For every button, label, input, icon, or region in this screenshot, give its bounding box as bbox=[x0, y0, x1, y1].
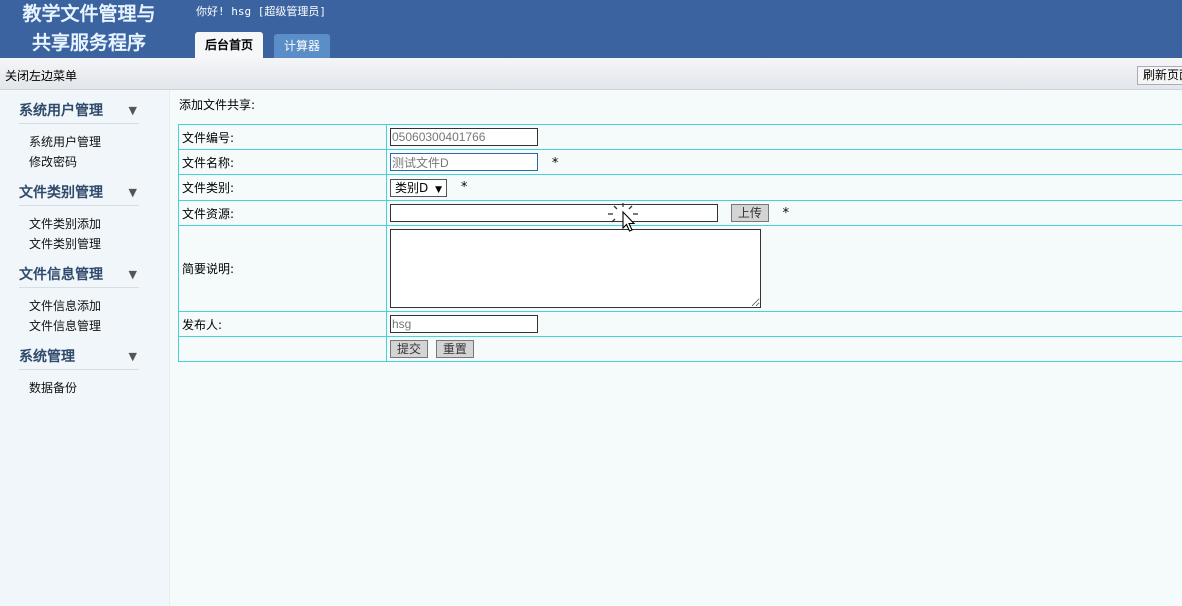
file-no-input[interactable] bbox=[390, 128, 538, 146]
required-mark: * bbox=[460, 180, 468, 195]
summary-textarea[interactable] bbox=[390, 229, 761, 308]
reset-button[interactable]: 重置 bbox=[435, 340, 474, 358]
menu-group-system-users[interactable]: 系统用户管理 ▼ bbox=[19, 100, 139, 124]
refresh-page-button[interactable]: 刷新页面 bbox=[1137, 66, 1182, 85]
menu-group-title: 文件信息管理 bbox=[19, 267, 103, 283]
main-content: 添加文件共享: 文件编号: 文件名称: * 文件类别: 类别D ▼ * bbox=[170, 90, 1182, 606]
mouse-pointer-icon bbox=[608, 203, 638, 232]
menu-item-change-password[interactable]: 修改密码 bbox=[29, 153, 77, 170]
tab-calculator[interactable]: 计算器 bbox=[274, 34, 331, 58]
tab-home[interactable]: 后台首页 bbox=[195, 32, 264, 58]
collapse-arrow-icon: ▼ bbox=[128, 104, 137, 117]
menu-item-manage-categories[interactable]: 文件类别管理 bbox=[29, 235, 101, 252]
menu-item-system-users[interactable]: 系统用户管理 bbox=[29, 133, 101, 150]
menu-item-manage-file-info[interactable]: 文件信息管理 bbox=[29, 317, 101, 334]
upload-button[interactable]: 上传 bbox=[730, 204, 769, 223]
menu-group-title: 文件类别管理 bbox=[19, 185, 103, 201]
publisher-label: 发布人: bbox=[178, 311, 387, 337]
collapse-arrow-icon: ▼ bbox=[128, 186, 137, 199]
menu-item-data-backup[interactable]: 数据备份 bbox=[29, 379, 77, 396]
sidebar: 系统用户管理 ▼ 系统用户管理 修改密码 文件类别管理 ▼ 文件类别添加 文件类… bbox=[0, 90, 170, 606]
collapse-arrow-icon: ▼ bbox=[128, 268, 137, 281]
menu-group-system-admin[interactable]: 系统管理 ▼ bbox=[19, 346, 139, 370]
file-type-label: 文件类别: bbox=[178, 174, 387, 201]
selected-option: 类别D bbox=[395, 180, 429, 195]
app-title-line1: 教学文件管理与 bbox=[22, 3, 156, 25]
submit-button[interactable]: 提交 bbox=[390, 340, 429, 358]
required-mark: * bbox=[782, 205, 790, 221]
top-header: 教学文件管理与 共享服务程序 你好! hsg [超级管理员] 后台首页 计算器 bbox=[0, 0, 1182, 58]
menu-item-add-category[interactable]: 文件类别添加 bbox=[29, 215, 101, 232]
app-title-line2: 共享服务程序 bbox=[31, 32, 146, 54]
file-resource-input[interactable] bbox=[390, 203, 718, 222]
actions-label-cell bbox=[178, 336, 387, 362]
page-title: 添加文件共享: bbox=[179, 98, 256, 112]
file-resource-label: 文件资源: bbox=[178, 200, 387, 226]
menu-group-file-categories[interactable]: 文件类别管理 ▼ bbox=[19, 182, 139, 206]
file-name-input[interactable] bbox=[390, 153, 538, 171]
close-left-menu-link[interactable]: 关闭左边菜单 bbox=[5, 67, 77, 84]
file-type-select[interactable]: 类别D ▼ bbox=[390, 178, 447, 197]
menu-item-add-file-info[interactable]: 文件信息添加 bbox=[29, 297, 101, 314]
menu-group-title: 系统管理 bbox=[19, 349, 75, 365]
file-no-label: 文件编号: bbox=[178, 124, 387, 150]
publisher-input[interactable] bbox=[390, 315, 538, 333]
add-file-form: 文件编号: 文件名称: * 文件类别: 类别D ▼ * 文件资源: bbox=[178, 124, 1182, 362]
required-mark: * bbox=[551, 155, 559, 171]
toolbar: 关闭左边菜单 刷新页面 bbox=[0, 58, 1182, 90]
menu-group-title: 系统用户管理 bbox=[19, 103, 103, 119]
user-greeting: 你好! hsg [超级管理员] bbox=[196, 5, 326, 18]
menu-group-file-info[interactable]: 文件信息管理 ▼ bbox=[19, 264, 139, 288]
summary-label: 简要说明: bbox=[178, 225, 387, 312]
dropdown-arrow-icon: ▼ bbox=[435, 184, 442, 195]
collapse-arrow-icon: ▼ bbox=[128, 350, 137, 363]
file-name-label: 文件名称: bbox=[178, 149, 387, 175]
app-logo: 教学文件管理与 共享服务程序 bbox=[0, 0, 178, 58]
